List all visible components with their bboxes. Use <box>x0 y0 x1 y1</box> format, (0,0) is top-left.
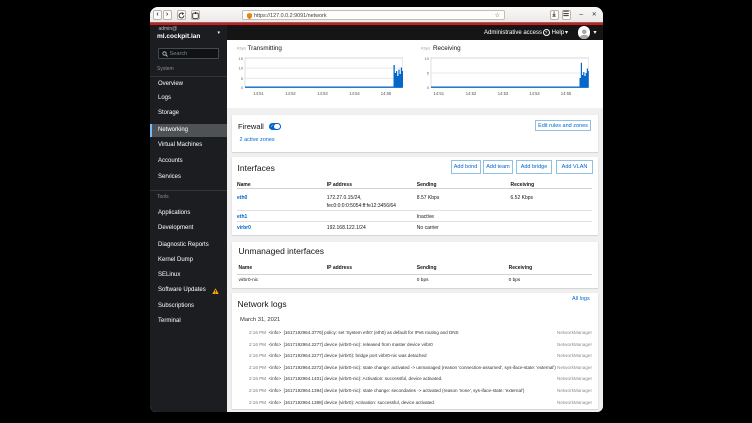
svg-text:0: 0 <box>241 85 244 90</box>
svg-text:Transmitting: Transmitting <box>248 45 283 52</box>
svg-text:Kbps: Kbps <box>237 46 246 51</box>
svg-text:14:51: 14:51 <box>434 91 445 96</box>
svg-text:Receiving: Receiving <box>433 45 461 52</box>
svg-text:10: 10 <box>239 66 244 71</box>
svg-text:14:53: 14:53 <box>498 91 509 96</box>
svg-text:14:54: 14:54 <box>349 91 360 96</box>
svg-text:15: 15 <box>239 56 244 61</box>
svg-text:10: 10 <box>425 56 430 61</box>
svg-text:14:52: 14:52 <box>466 91 477 96</box>
svg-text:14:55: 14:55 <box>561 91 572 96</box>
svg-text:Kbps: Kbps <box>421 46 430 51</box>
svg-text:0: 0 <box>427 85 430 90</box>
svg-text:14:53: 14:53 <box>317 91 328 96</box>
svg-text:5: 5 <box>427 71 430 76</box>
svg-text:14:55: 14:55 <box>381 91 392 96</box>
svg-text:14:51: 14:51 <box>253 91 264 96</box>
svg-text:5: 5 <box>241 76 244 81</box>
svg-text:14:54: 14:54 <box>529 91 540 96</box>
svg-text:14:52: 14:52 <box>285 91 296 96</box>
